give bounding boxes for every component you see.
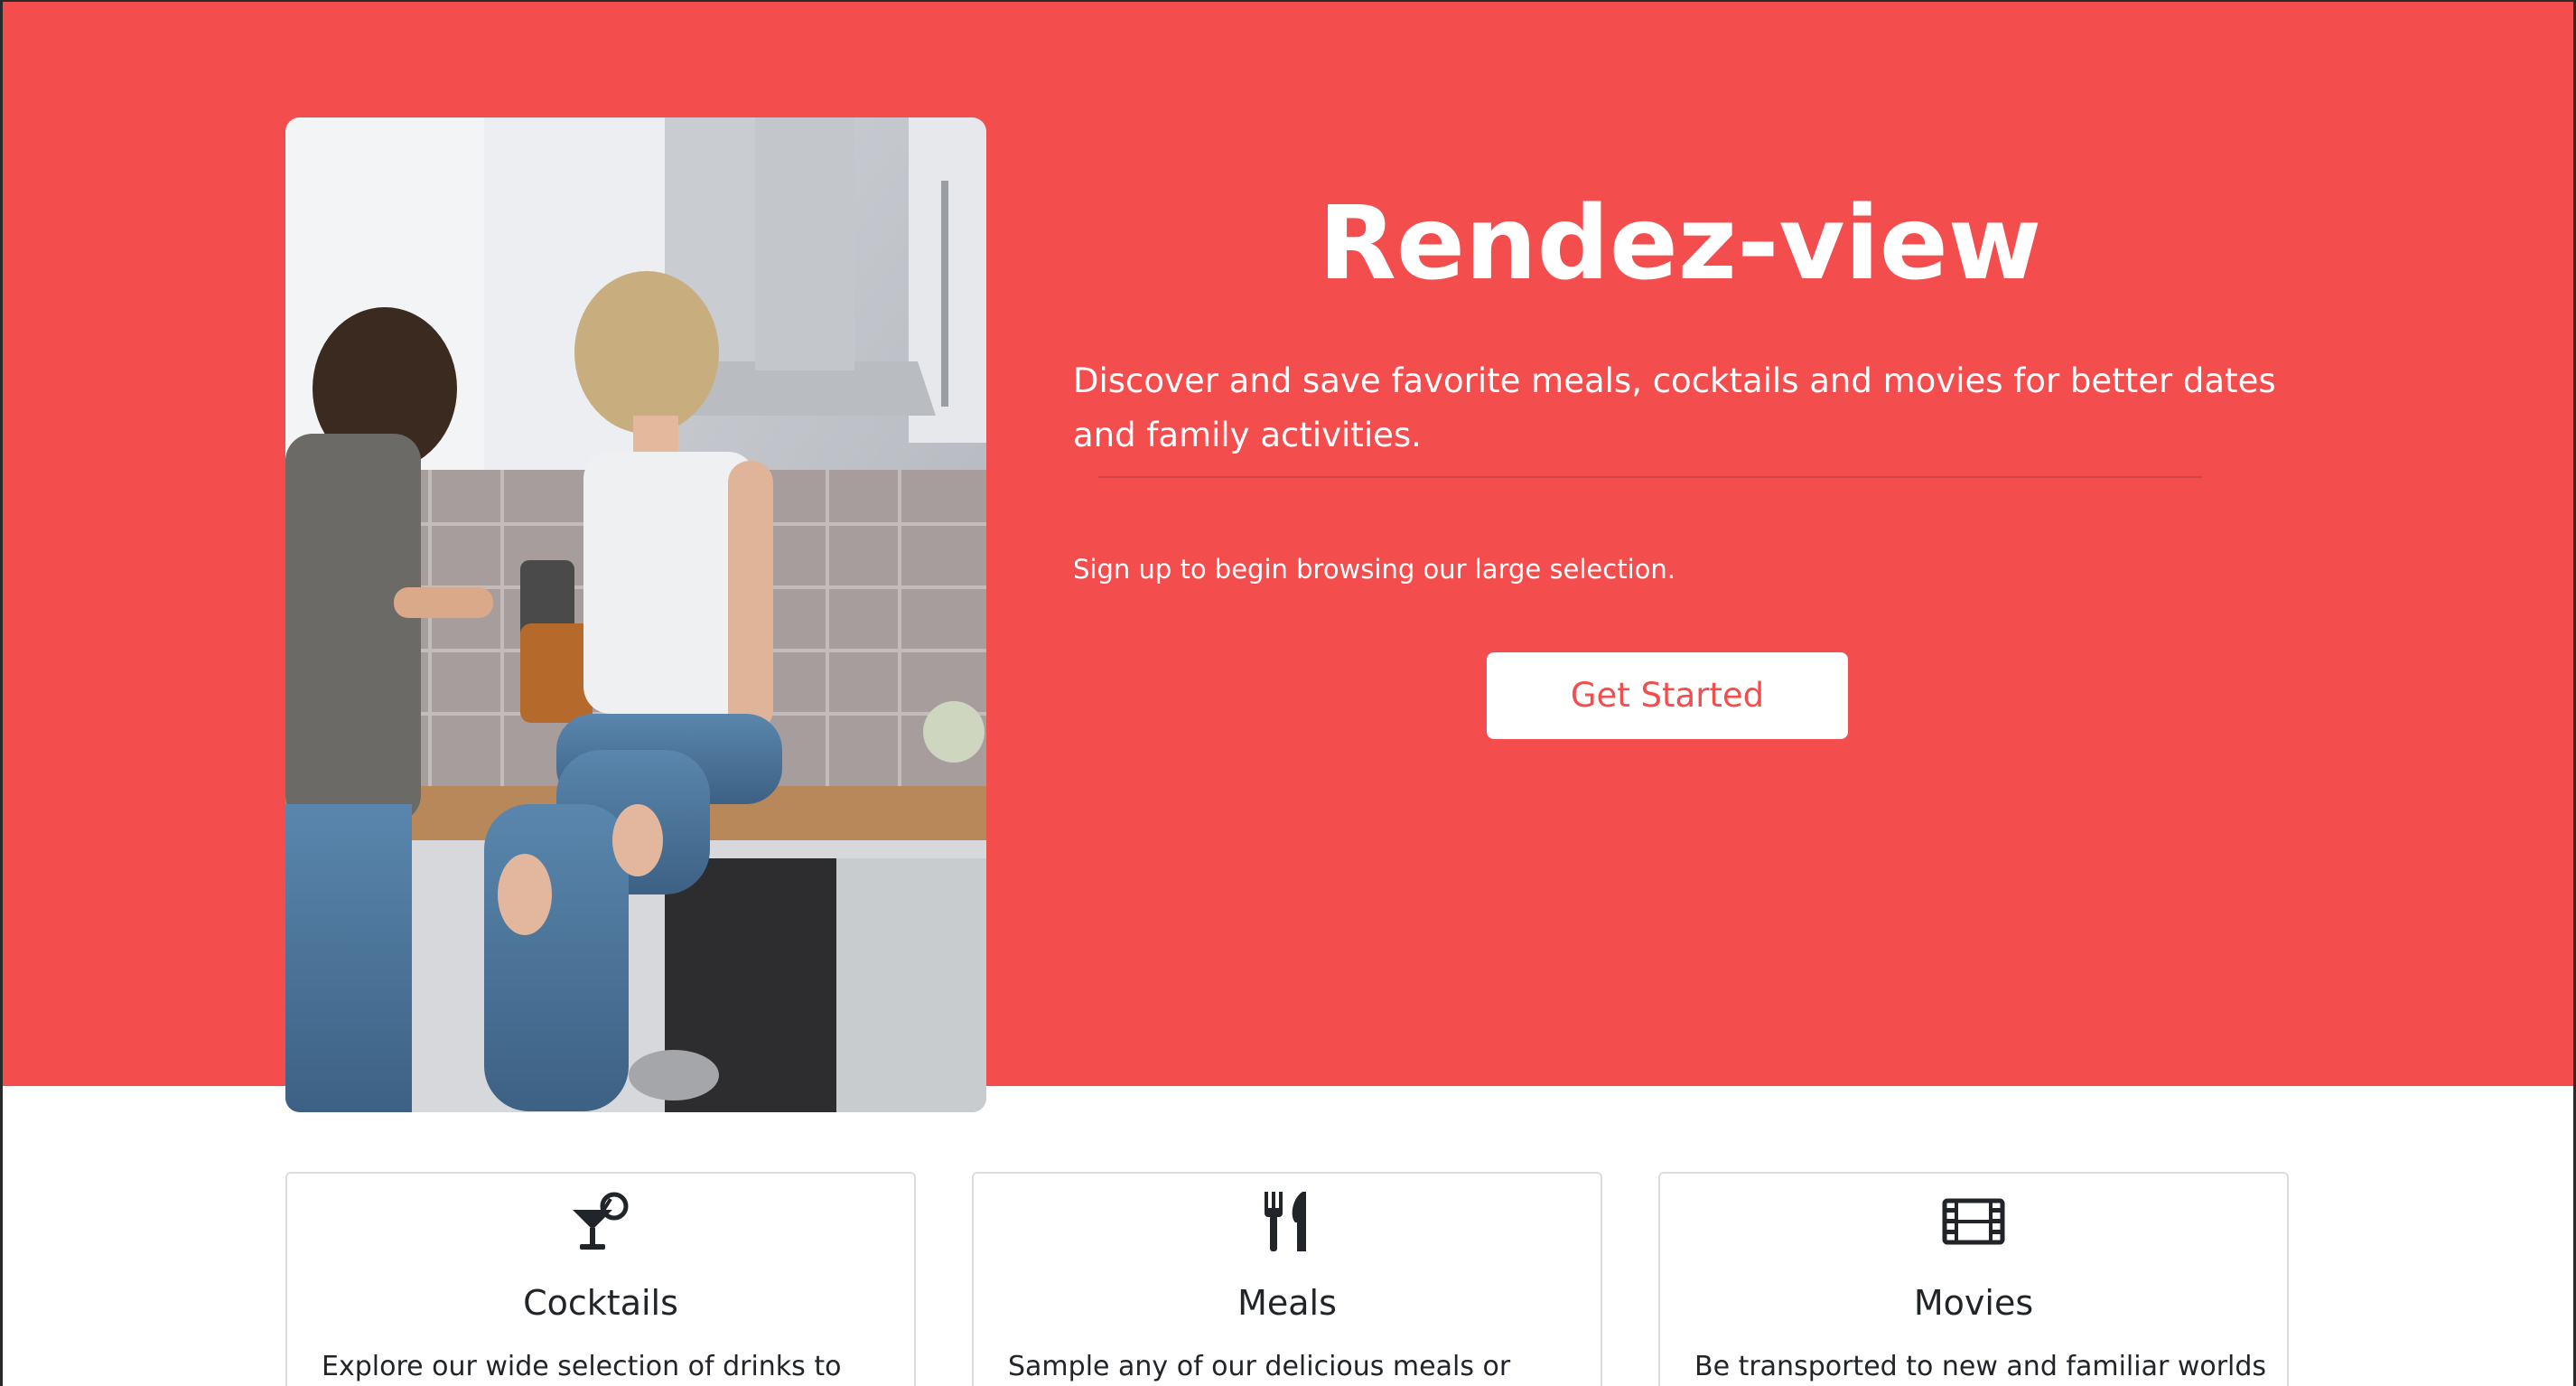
hero-photo [285,117,986,1112]
utensils-icon [974,1190,1601,1253]
hero-description: Discover and save favorite meals, cockta… [1073,361,2276,454]
cocktail-icon [287,1190,914,1253]
feature-text-cocktails: Explore our wide selection of drinks to [322,1351,842,1382]
feature-text-meals: Sample any of our delicious meals or [1008,1351,1511,1382]
film-icon [1660,1190,2287,1253]
signup-prompt: Sign up to begin browsing our large sele… [1073,554,1675,585]
hero-divider [1098,476,2202,478]
feature-title-movies: Movies [1913,1283,2034,1323]
get-started-button[interactable]: Get Started [1487,652,1848,739]
feature-title-cocktails: Cocktails [523,1283,678,1323]
feature-card-meals: Meals Sample any of our delicious meals … [972,1172,1602,1386]
landing-page: Rendez-view Discover and save favorite m… [0,0,2576,1386]
kitchen-photo-illustration [285,117,986,1112]
feature-card-cocktails: Cocktails Explore our wide selection of … [285,1172,916,1386]
feature-title-meals: Meals [1237,1283,1337,1323]
window-left-edge [0,0,3,1386]
feature-text-movies: Be transported to new and familiar world… [1694,1351,2267,1382]
feature-card-movies: Movies Be transported to new and familia… [1658,1172,2289,1386]
page-title: Rendez-view [1318,185,2042,304]
